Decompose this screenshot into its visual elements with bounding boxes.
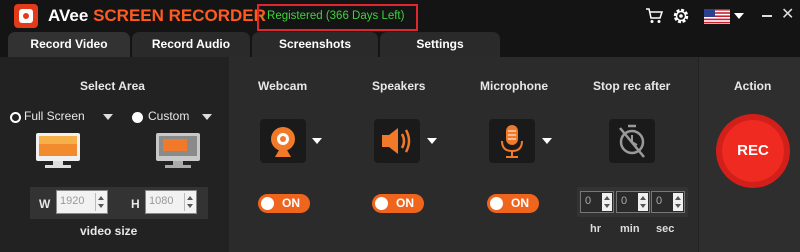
stop-timer-group: 0 0 0 bbox=[577, 187, 688, 217]
select-area-panel: Select Area Full Screen Custom W 1920 H bbox=[0, 57, 228, 252]
select-area-title: Select Area bbox=[80, 79, 145, 93]
hours-value: 0 bbox=[585, 195, 592, 207]
webcam-title: Webcam bbox=[258, 79, 308, 93]
hours-unit-label: hr bbox=[590, 223, 601, 235]
webcam-toggle-label: ON bbox=[282, 196, 300, 210]
minutes-value: 0 bbox=[621, 195, 628, 207]
microphone-toggle[interactable]: ON bbox=[487, 194, 539, 213]
microphone-dropdown-caret-icon[interactable] bbox=[542, 138, 552, 144]
us-flag-icon[interactable] bbox=[704, 9, 730, 24]
speakers-dropdown-caret-icon[interactable] bbox=[427, 138, 437, 144]
microphone-title: Microphone bbox=[480, 79, 548, 93]
webcam-icon bbox=[271, 127, 295, 157]
speakers-toggle[interactable]: ON bbox=[372, 194, 424, 213]
minutes-unit-label: min bbox=[620, 223, 640, 235]
app-name-accent-text: SCREEN RECORDER bbox=[93, 6, 266, 25]
language-dropdown-caret-icon[interactable] bbox=[734, 13, 744, 19]
seconds-input[interactable]: 0 bbox=[651, 191, 685, 213]
custom-label[interactable]: Custom bbox=[148, 109, 189, 123]
minutes-input[interactable]: 0 bbox=[616, 191, 650, 213]
microphone-toggle-knob bbox=[490, 197, 503, 210]
hours-stepper-icon[interactable] bbox=[602, 193, 612, 211]
speaker-icon bbox=[382, 128, 411, 154]
full-screen-radio[interactable] bbox=[10, 112, 21, 123]
gear-icon[interactable] bbox=[672, 7, 690, 25]
custom-radio[interactable] bbox=[132, 112, 143, 123]
video-size-caption: video size bbox=[80, 224, 138, 238]
timer-off-icon bbox=[619, 124, 645, 158]
tab-record-video[interactable]: Record Video bbox=[8, 32, 130, 57]
app-logo-icon bbox=[14, 4, 38, 28]
height-input[interactable]: 1080 bbox=[145, 190, 197, 214]
microphone-toggle-label: ON bbox=[511, 196, 529, 210]
minimize-button[interactable] bbox=[762, 15, 772, 17]
tab-bar: Record Video Record Audio Screenshots Se… bbox=[0, 32, 800, 57]
full-screen-label[interactable]: Full Screen bbox=[24, 109, 85, 123]
webcam-toggle[interactable]: ON bbox=[258, 194, 310, 213]
width-input[interactable]: 1920 bbox=[56, 190, 108, 214]
rec-button[interactable]: REC bbox=[722, 120, 784, 182]
webcam-toggle-knob bbox=[261, 197, 274, 210]
speakers-toggle-label: ON bbox=[396, 196, 414, 210]
height-stepper-icon[interactable] bbox=[184, 193, 194, 211]
tab-settings[interactable]: Settings bbox=[380, 32, 500, 57]
stop-rec-title: Stop rec after bbox=[593, 79, 671, 93]
seconds-value: 0 bbox=[656, 195, 663, 207]
full-screen-monitor-icon[interactable] bbox=[35, 132, 81, 170]
speakers-toggle-knob bbox=[375, 197, 388, 210]
tab-record-audio[interactable]: Record Audio bbox=[132, 32, 250, 57]
cart-icon[interactable] bbox=[645, 8, 663, 24]
seconds-unit-label: sec bbox=[656, 223, 675, 235]
stop-timer-button[interactable] bbox=[609, 119, 655, 163]
close-button[interactable]: ✕ bbox=[781, 6, 794, 24]
webcam-dropdown-caret-icon[interactable] bbox=[312, 138, 322, 144]
width-stepper-icon[interactable] bbox=[95, 193, 105, 211]
width-label: W bbox=[39, 197, 51, 211]
tab-screenshots[interactable]: Screenshots bbox=[252, 32, 378, 57]
action-title: Action bbox=[734, 79, 772, 93]
title-bar: AVee SCREEN RECORDER - Registered (366 D… bbox=[0, 0, 800, 32]
seconds-stepper-icon[interactable] bbox=[673, 193, 683, 211]
app-title: AVee SCREEN RECORDER bbox=[48, 6, 266, 26]
height-value: 1080 bbox=[149, 195, 174, 207]
microphone-icon bbox=[501, 125, 523, 158]
hours-input[interactable]: 0 bbox=[580, 191, 614, 213]
width-value: 1920 bbox=[60, 195, 85, 207]
microphone-button[interactable] bbox=[489, 119, 535, 163]
speakers-title: Speakers bbox=[372, 79, 426, 93]
custom-caret-icon[interactable] bbox=[202, 114, 212, 120]
speakers-button[interactable] bbox=[374, 119, 420, 163]
minutes-stepper-icon[interactable] bbox=[638, 193, 648, 211]
custom-area-monitor-icon[interactable] bbox=[155, 132, 201, 170]
main-panel: Select Area Full Screen Custom W 1920 H bbox=[0, 57, 800, 252]
full-screen-caret-icon[interactable] bbox=[103, 114, 113, 120]
height-label: H bbox=[131, 197, 140, 211]
registration-highlight-box bbox=[257, 4, 418, 31]
webcam-button[interactable] bbox=[260, 119, 306, 163]
app-name-text: AVee bbox=[48, 6, 89, 25]
